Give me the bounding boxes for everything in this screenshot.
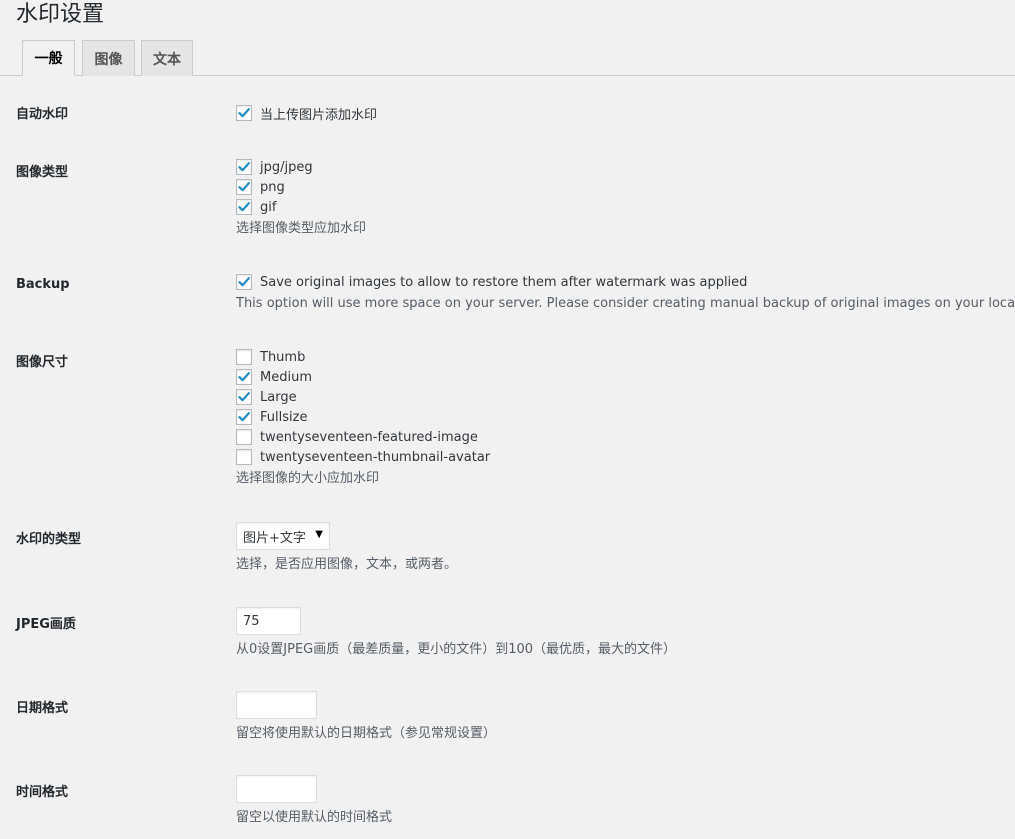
- auto-watermark-label: 自动水印: [16, 107, 69, 122]
- auto-watermark-option[interactable]: 当上传图片添加水印: [236, 103, 377, 123]
- image-size-avatar-label: twentyseventeen-thumbnail-avatar: [260, 449, 491, 465]
- backup-option-label: Save original images to allow to restore…: [260, 274, 748, 290]
- checkmark-icon: [238, 372, 250, 382]
- time-format-label: 时间格式: [16, 785, 69, 800]
- checkmark-icon: [238, 392, 250, 402]
- tab-image[interactable]: 图像: [82, 40, 135, 76]
- image-type-jpg-label: jpg/jpeg: [260, 159, 313, 175]
- checkmark-icon: [238, 202, 250, 212]
- image-size-large-checkbox[interactable]: [236, 389, 252, 405]
- watermark-type-select[interactable]: 图片+文字 ▼: [236, 522, 330, 550]
- checkmark-icon: [238, 162, 250, 172]
- image-type-gif-label: gif: [260, 199, 277, 215]
- image-size-medium-checkbox[interactable]: [236, 369, 252, 385]
- image-types-label: 图像类型: [16, 165, 69, 180]
- image-size-medium-label: Medium: [260, 369, 312, 385]
- image-type-png-label: png: [260, 179, 285, 195]
- backup-checkbox[interactable]: [236, 274, 252, 290]
- image-type-option[interactable]: jpg/jpeg: [236, 157, 366, 177]
- checkmark-icon: [238, 412, 250, 422]
- tab-general[interactable]: 一般: [22, 40, 75, 76]
- jpeg-quality-input[interactable]: [236, 607, 301, 635]
- image-type-option[interactable]: gif: [236, 197, 366, 217]
- image-size-featured-label: twentyseventeen-featured-image: [260, 429, 478, 445]
- image-types-field: jpg/jpeg png gif 选择图像类型应加水印: [236, 157, 366, 238]
- chevron-down-icon: ▼: [315, 529, 323, 540]
- backup-description: This option will use more space on your …: [236, 296, 1015, 311]
- image-size-option[interactable]: Medium: [236, 367, 490, 387]
- auto-watermark-option-label: 当上传图片添加水印: [260, 107, 378, 123]
- image-size-option[interactable]: twentyseventeen-featured-image: [236, 427, 490, 447]
- image-type-option[interactable]: png: [236, 177, 366, 197]
- checkmark-icon: [238, 277, 250, 287]
- watermark-type-selected: 图片+文字: [243, 530, 306, 546]
- jpeg-quality-field: 从0设置JPEG画质（最差质量，更小的文件）到100（最优质，最大的文件）: [236, 607, 676, 659]
- auto-watermark-checkbox[interactable]: [236, 105, 252, 121]
- time-format-field: 留空以使用默认的时间格式: [236, 775, 392, 827]
- time-format-input[interactable]: [236, 775, 317, 803]
- auto-watermark-field: 当上传图片添加水印: [236, 103, 377, 123]
- image-sizes-description: 选择图像的大小应加水印: [236, 471, 380, 486]
- jpeg-quality-description: 从0设置JPEG画质（最差质量，更小的文件）到100（最优质，最大的文件）: [236, 642, 677, 657]
- image-size-large-label: Large: [260, 389, 297, 405]
- image-size-fullsize-label: Fullsize: [260, 409, 308, 425]
- image-type-png-checkbox[interactable]: [236, 179, 252, 195]
- image-size-fullsize-checkbox[interactable]: [236, 409, 252, 425]
- image-types-description: 选择图像类型应加水印: [236, 221, 367, 236]
- backup-label: Backup: [16, 277, 70, 292]
- image-sizes-field: Thumb Medium Large Fullsize twentysevent…: [236, 347, 490, 488]
- date-format-input[interactable]: [236, 691, 317, 719]
- image-size-thumb-label: Thumb: [260, 349, 306, 365]
- date-format-label: 日期格式: [16, 701, 69, 716]
- checkmark-icon: [238, 108, 250, 118]
- image-size-featured-checkbox[interactable]: [236, 429, 252, 445]
- watermark-type-label: 水印的类型: [16, 532, 82, 547]
- page-title: 水印设置: [16, 2, 105, 27]
- image-size-option[interactable]: Large: [236, 387, 490, 407]
- image-size-option[interactable]: Fullsize: [236, 407, 490, 427]
- watermark-type-field: 图片+文字 ▼ 选择，是否应用图像，文本，或两者。: [236, 522, 457, 574]
- date-format-description: 留空将使用默认的日期格式（参见常规设置）: [236, 726, 497, 741]
- image-type-jpg-checkbox[interactable]: [236, 159, 252, 175]
- image-size-option[interactable]: Thumb: [236, 347, 490, 367]
- date-format-field: 留空将使用默认的日期格式（参见常规设置）: [236, 691, 496, 743]
- image-size-option[interactable]: twentyseventeen-thumbnail-avatar: [236, 447, 490, 467]
- tab-bar: 一般 图像 文本: [0, 40, 1015, 76]
- backup-option[interactable]: Save original images to allow to restore…: [236, 272, 1015, 292]
- image-size-avatar-checkbox[interactable]: [236, 449, 252, 465]
- time-format-description: 留空以使用默认的时间格式: [236, 810, 393, 825]
- watermark-type-description: 选择，是否应用图像，文本，或两者。: [236, 557, 458, 572]
- checkmark-icon: [238, 182, 250, 192]
- backup-field: Save original images to allow to restore…: [236, 272, 1015, 313]
- image-sizes-label: 图像尺寸: [16, 355, 69, 370]
- jpeg-quality-label: JPEG画质: [16, 617, 76, 632]
- image-type-gif-checkbox[interactable]: [236, 199, 252, 215]
- image-size-thumb-checkbox[interactable]: [236, 349, 252, 365]
- tab-text[interactable]: 文本: [141, 40, 193, 76]
